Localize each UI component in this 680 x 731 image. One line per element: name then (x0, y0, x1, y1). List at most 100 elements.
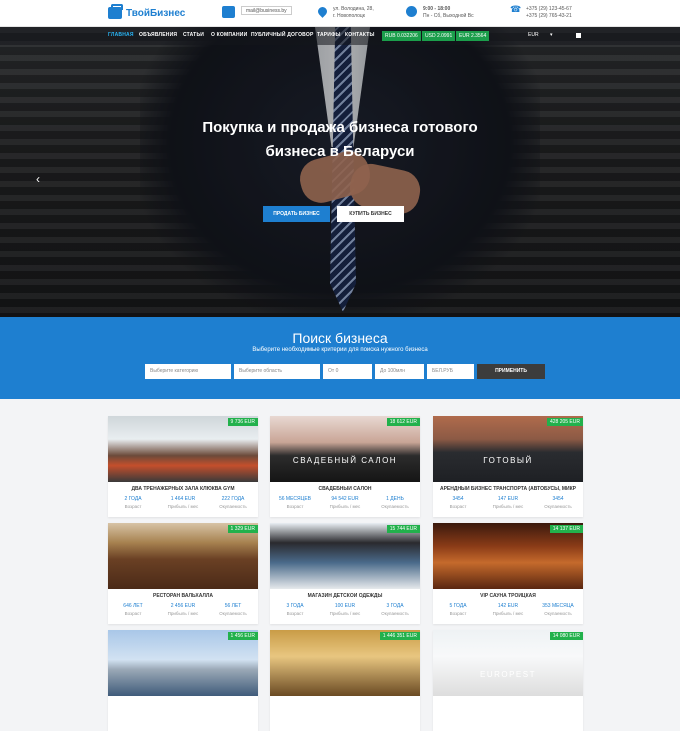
age-label: Возраст (449, 611, 467, 616)
listing-profit: 2 456 EUR (170, 603, 196, 609)
age-label: Возраст (286, 504, 304, 509)
phone-icon: ☎ (510, 4, 522, 14)
listing-card[interactable]: СВАДЕБНЫЙ САЛОН 18 612 EUR СВАДЕБНЫЙ САЛ… (270, 416, 420, 517)
nav-articles[interactable]: СТАТЬИ (183, 32, 204, 38)
listing-title[interactable]: СВАДЕБНЫЙ САЛОН (270, 486, 420, 492)
search-title: Поиск бизнеса (292, 330, 388, 346)
category-select[interactable]: Выберите категорию (145, 364, 231, 379)
listing-title[interactable]: АРЕНДНЫЙ БИЗНЕС ТРАНСПОРТА (АВТОБУСЫ, МИ… (433, 486, 583, 492)
price-badge: 428 205 EUR (546, 418, 583, 426)
site-logo[interactable]: ТвойБизнес (108, 4, 186, 19)
address-line-2: г. Новополоцк (333, 13, 365, 19)
nav-about[interactable]: О КОМПАНИИ (211, 32, 247, 38)
nav-listings[interactable]: ОБЪЯВЛЕНИЯ (139, 32, 177, 38)
listing-profit: 94 542 EUR (331, 496, 359, 502)
listing-card[interactable]: 14 137 EUR VIP САУНА ТРОИЦКАЯ 5 ГОДА 142… (433, 523, 583, 624)
listing-payback: 3 ГОДА (386, 603, 404, 609)
nav-contacts[interactable]: КОНТАКТЫ (345, 32, 375, 38)
listing-age: 5 ГОДА (449, 603, 467, 609)
listing-card[interactable]: 1 329 EUR РЕСТОРАН ВАЛЬХАЛЛА 646 ЛЕТ 2 4… (108, 523, 258, 624)
logo-text: ТвойБизнес (126, 7, 186, 19)
nav-tariffs[interactable]: ТАРИФЫ (317, 32, 341, 38)
hero-banner (0, 27, 680, 317)
main-nav: ГЛАВНАЯ ОБЪЯВЛЕНИЯ СТАТЬИ О КОМПАНИИ ПУБ… (0, 27, 680, 45)
mail-icon (222, 6, 235, 18)
listing-payback: 56 ЛЕТ (224, 603, 242, 609)
listing-image-text: ГОТОВЫЙ (483, 456, 533, 465)
hero-title-line-1: Покупка и продажа бизнеса готового (202, 119, 478, 136)
rate-usd: USD 2.0991 (422, 31, 456, 41)
email-contact: mail@business.by (222, 6, 292, 18)
hero-overlay (0, 27, 680, 317)
price-badge: 1 456 EUR (227, 632, 258, 640)
listing-age: 3 ГОДА (286, 603, 304, 609)
region-select[interactable]: Выберите область (234, 364, 320, 379)
listing-payback: 1 ДЕНЬ (386, 496, 404, 502)
profit-label: Прибыль / мес (329, 611, 361, 616)
hours-contact: 9:00 - 18:00 Пн - Сб, Выходной Вс (406, 6, 474, 20)
listing-age: 3454 (452, 496, 464, 502)
price-badge: 18 612 EUR (386, 418, 420, 426)
briefcase-icon (108, 4, 123, 19)
price-badge: 15 744 EUR (386, 525, 420, 533)
hero-title-line-2: бизнеса в Беларуси (265, 143, 415, 160)
sell-business-button[interactable]: ПРОДАТЬ БИЗНЕС (263, 206, 330, 222)
listing-age: 2 ГОДА (124, 496, 142, 502)
nav-public-contract[interactable]: ПУБЛИЧНЫЙ ДОГОВОР (251, 32, 314, 38)
listing-card[interactable]: 1 446 351 EUR (270, 630, 420, 731)
price-badge: 14 080 EUR (549, 632, 583, 640)
address-line-1: ул. Володина, 28, (333, 6, 374, 12)
listing-payback: 222 ГОДА (221, 496, 245, 502)
price-from-input[interactable]: От 0 (323, 364, 372, 379)
apply-search-button[interactable]: ПРИМЕНИТЬ (477, 364, 545, 379)
top-bar: ТвойБизнес mail@business.by ул. Володина… (0, 0, 680, 27)
profit-label: Прибыль / мес (167, 611, 199, 616)
listing-card[interactable]: 9 736 EUR ДВА ТРЕНАЖЕРНЫХ ЗАЛА КЛЮКВА GY… (108, 416, 258, 517)
price-badge: 1 329 EUR (227, 525, 258, 533)
payback-label: Окупаемость (381, 504, 409, 509)
listing-title[interactable]: VIP САУНА ТРОИЦКАЯ (433, 593, 583, 599)
phone-2[interactable]: +375 (29) 765-43-21 (526, 13, 572, 20)
currency-select[interactable]: EUR ▾ (528, 32, 554, 38)
listing-title[interactable]: ДВА ТРЕНАЖЕРНЫХ ЗАЛА КЛЮКВА GYM (108, 486, 258, 492)
age-label: Возраст (124, 611, 142, 616)
profit-label: Прибыль / мес (167, 504, 199, 509)
chevron-down-icon: ▾ (549, 32, 553, 38)
price-to-input[interactable]: До 100млн (375, 364, 424, 379)
listing-profit: 147 EUR (497, 496, 519, 502)
rate-eur: EUR 2.3564 (456, 31, 490, 41)
rate-rub: RUB 0.032206 (382, 31, 421, 41)
listing-profit: 1 464 EUR (170, 496, 196, 502)
nav-home[interactable]: ГЛАВНАЯ (108, 32, 134, 38)
age-label: Возраст (449, 504, 467, 509)
listing-profit: 100 EUR (334, 603, 356, 609)
payback-label: Окупаемость (544, 611, 572, 616)
listing-profit: 142 EUR (497, 603, 519, 609)
email-text[interactable]: mail@business.by (241, 6, 292, 15)
listing-card[interactable]: 1 456 EUR (108, 630, 258, 731)
currency-field[interactable]: БЕЛ.РУБ (427, 364, 474, 379)
listing-card[interactable]: ГОТОВЫЙ 428 205 EUR АРЕНДНЫЙ БИЗНЕС ТРАН… (433, 416, 583, 517)
listing-age: 56 МЕСЯЦЕВ (278, 496, 312, 502)
listing-age: 646 ЛЕТ (123, 603, 143, 609)
listing-title[interactable]: РЕСТОРАН ВАЛЬХАЛЛА (108, 593, 258, 599)
age-label: Возраст (286, 611, 304, 616)
profit-label: Прибыль / мес (492, 504, 524, 509)
speaker-icon[interactable] (576, 33, 581, 38)
hours-line-2: Пн - Сб, Выходной Вс (423, 13, 474, 19)
phone-contact: ☎ +375 (29) 123-45-67 +375 (29) 765-43-2… (510, 4, 572, 20)
listing-title[interactable]: МАГАЗИН ДЕТСКОЙ ОДЕЖДЫ (270, 593, 420, 599)
price-badge: 14 137 EUR (549, 525, 583, 533)
listing-card[interactable]: 15 744 EUR МАГАЗИН ДЕТСКОЙ ОДЕЖДЫ 3 ГОДА… (270, 523, 420, 624)
listing-card[interactable]: EUROPEST 14 080 EUR (433, 630, 583, 731)
listing-image-text: EUROPEST (479, 670, 536, 679)
slider-prev-arrow[interactable]: ‹ (36, 172, 40, 186)
profit-label: Прибыль / мес (329, 504, 361, 509)
phone-1[interactable]: +375 (29) 123-45-67 (526, 6, 572, 13)
listing-payback: 353 МЕСЯЦА (542, 603, 574, 609)
address-contact: ул. Володина, 28, г. Новополоцк (316, 5, 374, 20)
payback-label: Окупаемость (219, 611, 247, 616)
buy-business-button[interactable]: КУПИТЬ БИЗНЕС (337, 206, 404, 222)
location-pin-icon (316, 5, 329, 18)
listing-payback: 3454 (552, 496, 564, 502)
